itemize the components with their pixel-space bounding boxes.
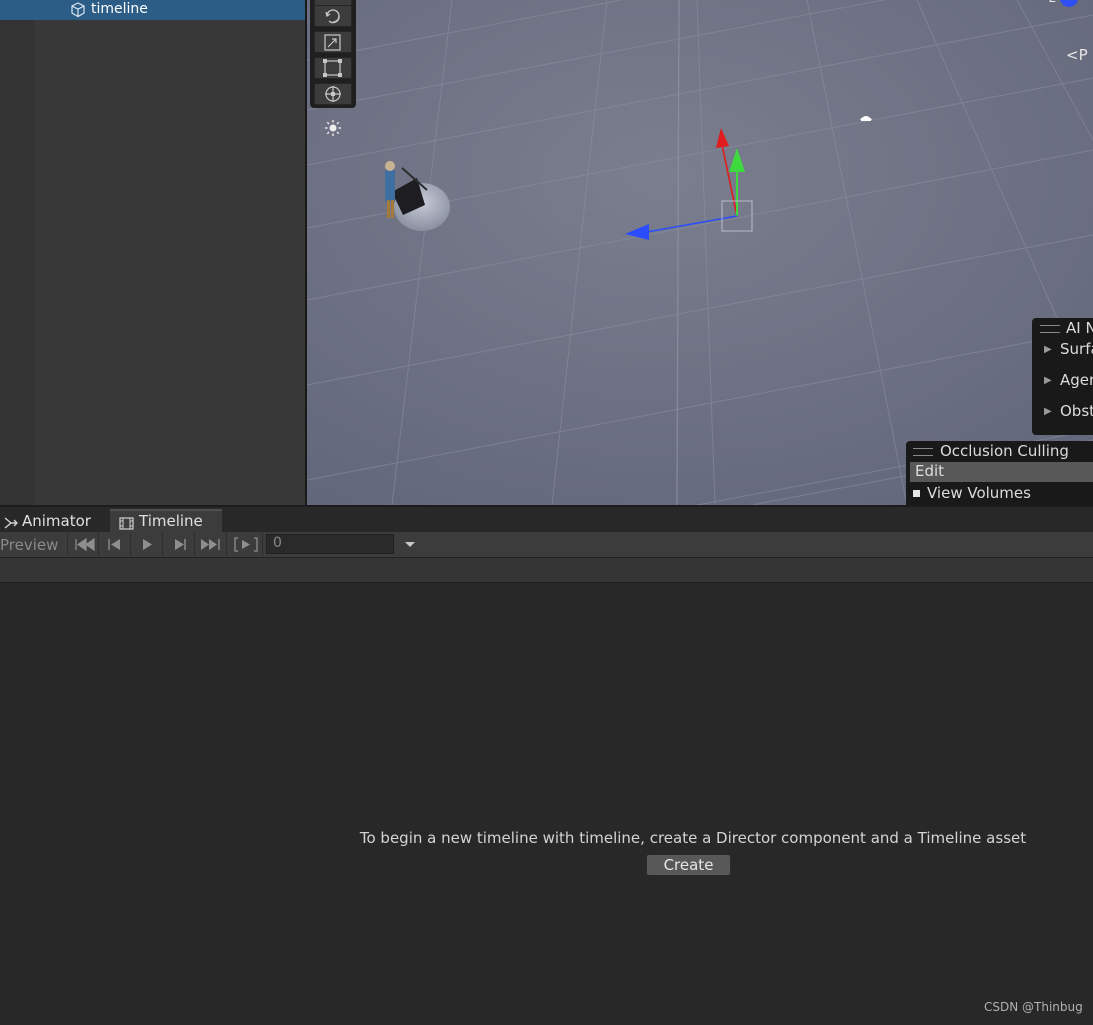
overlay-drag-handle[interactable] bbox=[1040, 325, 1060, 333]
current-frame-field[interactable]: 0 bbox=[266, 534, 394, 554]
scene-tools-toolbar bbox=[310, 0, 356, 108]
rotate-icon bbox=[325, 9, 340, 24]
occlusion-edit-label: Edit bbox=[915, 462, 945, 480]
overlay-drag-handle[interactable] bbox=[913, 448, 933, 456]
skip-to-end-icon bbox=[201, 539, 220, 550]
view-volumes-label: View Volumes bbox=[927, 484, 1031, 502]
gameobject-cube-icon bbox=[70, 2, 86, 22]
scene-view[interactable]: z <P bbox=[307, 0, 1093, 505]
occlusion-culling-overlay: Occlusion Culling Edit View Volumes bbox=[906, 441, 1093, 505]
hierarchy-item-label: timeline bbox=[91, 1, 148, 17]
rotate-tool-button[interactable] bbox=[314, 5, 352, 27]
expand-arrow-icon[interactable]: ▶ bbox=[1044, 375, 1052, 386]
transform-tool-button[interactable] bbox=[314, 83, 352, 105]
timeline-toolbar: Preview 0 bbox=[0, 532, 1093, 558]
tab-timeline-label: Timeline bbox=[139, 512, 203, 530]
play-range-button[interactable] bbox=[229, 533, 263, 556]
occlusion-culling-title: Occlusion Culling bbox=[940, 442, 1069, 460]
next-frame-button[interactable] bbox=[163, 533, 195, 556]
expand-arrow-icon[interactable]: ▶ bbox=[1044, 406, 1052, 417]
tab-animator-label: Animator bbox=[22, 512, 91, 530]
hierarchy-panel: timeline bbox=[0, 0, 305, 505]
play-button[interactable] bbox=[131, 533, 163, 556]
view-volumes-checkbox[interactable] bbox=[913, 490, 920, 497]
previous-frame-icon bbox=[108, 539, 120, 550]
timeline-header-bar bbox=[0, 558, 1093, 583]
animator-icon bbox=[4, 515, 18, 533]
preview-button[interactable]: Preview bbox=[0, 536, 58, 554]
rect-transform-icon bbox=[323, 59, 342, 77]
ai-nav-item-agent[interactable]: Ager bbox=[1060, 371, 1093, 389]
chevron-down-icon bbox=[405, 542, 415, 547]
ai-navigation-title: AI N bbox=[1066, 319, 1093, 337]
ai-nav-item-surface[interactable]: Surfa bbox=[1060, 340, 1093, 358]
ai-navigation-overlay: AI N ▶ Surfa ▶ Ager ▶ Obst bbox=[1032, 318, 1093, 435]
play-range-icon bbox=[234, 537, 258, 552]
rect-tool-button[interactable] bbox=[314, 57, 352, 79]
play-icon bbox=[143, 539, 152, 550]
transform-all-icon bbox=[325, 86, 341, 102]
previous-frame-button[interactable] bbox=[99, 533, 131, 556]
current-frame-value: 0 bbox=[273, 535, 282, 551]
sun-icon[interactable] bbox=[324, 119, 342, 141]
frame-format-dropdown[interactable] bbox=[396, 534, 424, 554]
hierarchy-item-timeline[interactable]: timeline bbox=[0, 0, 305, 20]
expand-arrow-icon[interactable]: ▶ bbox=[1044, 344, 1052, 355]
ai-nav-item-obstacle[interactable]: Obst bbox=[1060, 402, 1093, 420]
scale-icon bbox=[324, 34, 341, 51]
skip-to-start-icon bbox=[75, 537, 95, 552]
hierarchy-gutter bbox=[0, 0, 34, 505]
next-frame-icon bbox=[175, 539, 186, 550]
go-to-start-button[interactable] bbox=[67, 533, 99, 556]
scale-tool-button[interactable] bbox=[314, 31, 352, 53]
create-timeline-button[interactable]: Create bbox=[646, 854, 731, 876]
gizmo-axis-label: z bbox=[1049, 0, 1056, 6]
persp-label[interactable]: <P bbox=[1066, 46, 1088, 64]
occlusion-edit-button[interactable]: Edit bbox=[910, 462, 1093, 482]
watermark: CSDN @Thinbug bbox=[984, 1000, 1083, 1014]
scene-grid bbox=[307, 0, 1093, 505]
go-to-end-button[interactable] bbox=[195, 533, 227, 556]
tab-animator[interactable]: Animator bbox=[0, 509, 108, 534]
bottom-tab-bar: Animator Timeline bbox=[0, 505, 1093, 534]
tab-timeline[interactable]: Timeline bbox=[110, 509, 222, 534]
timeline-empty-message: To begin a new timeline with timeline, c… bbox=[359, 829, 1027, 847]
